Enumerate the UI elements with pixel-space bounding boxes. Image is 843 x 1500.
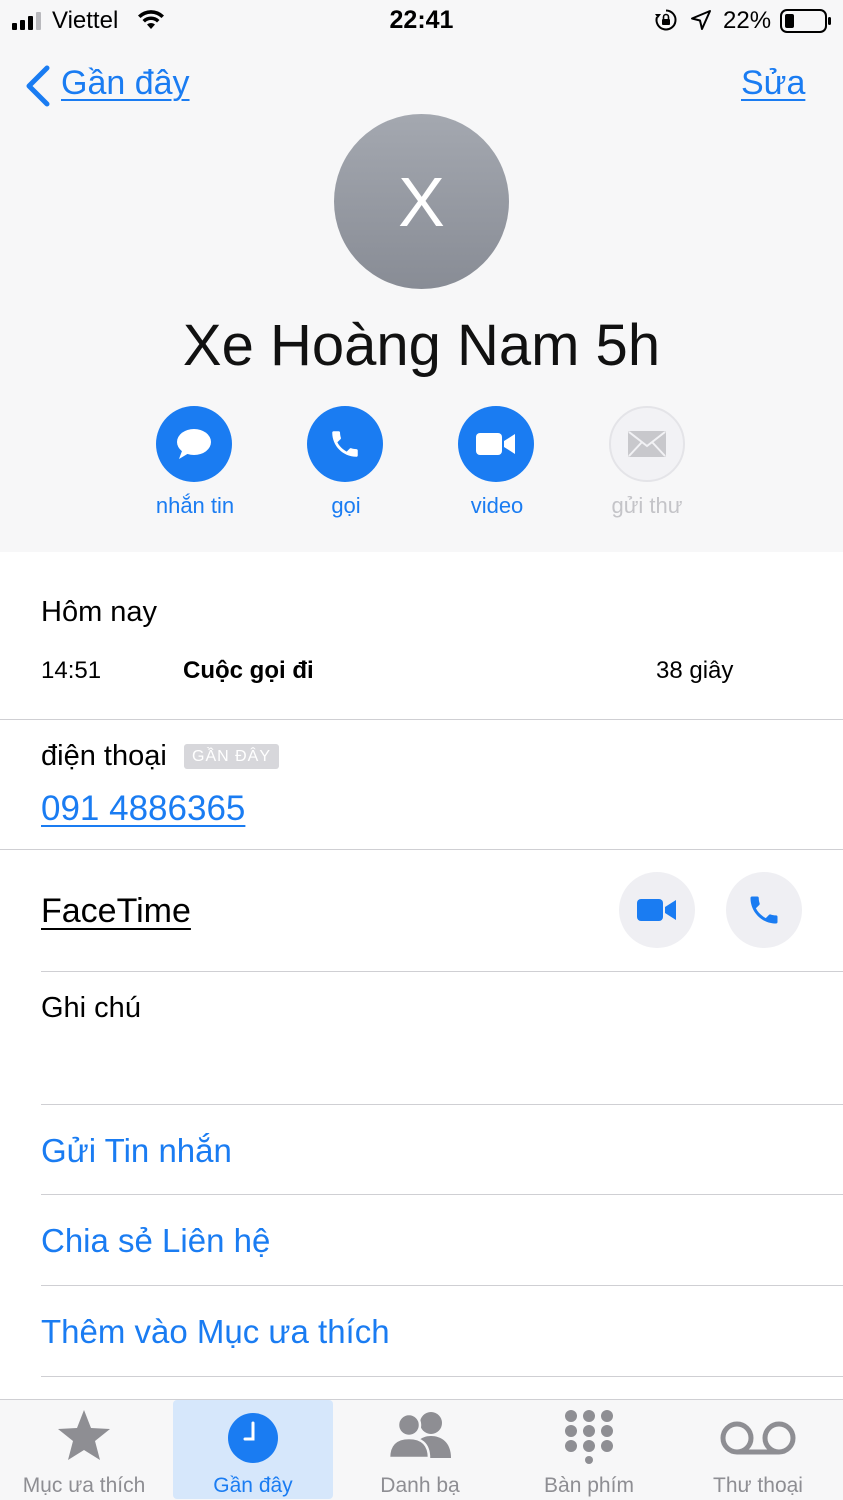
notes-field[interactable]: Ghi chú <box>41 992 141 1025</box>
recent-call-duration: 38 giây <box>656 657 734 684</box>
divider <box>41 1104 843 1105</box>
facetime-audio-button[interactable] <box>726 872 802 948</box>
back-button[interactable]: Gần đây <box>61 64 190 103</box>
tab-label: Gần đây <box>213 1474 293 1497</box>
back-chevron-icon[interactable] <box>24 65 52 112</box>
avatar: X <box>334 114 509 289</box>
recent-call-type: Cuộc gọi đi <box>183 657 314 684</box>
divider <box>41 1285 843 1286</box>
video-icon <box>476 433 515 455</box>
avatar-initial: X <box>398 162 445 241</box>
add-favorite-link[interactable]: Thêm vào Mục ưa thích <box>41 1313 390 1351</box>
edit-button[interactable]: Sửa <box>741 64 805 103</box>
message-icon <box>177 429 211 459</box>
voicemail-icon <box>719 1418 797 1463</box>
star-icon <box>55 1408 113 1469</box>
send-message-link[interactable]: Gửi Tin nhắn <box>41 1132 232 1170</box>
tab-label: Bàn phím <box>544 1474 634 1497</box>
call-label: gọi <box>331 493 361 518</box>
keypad-icon <box>562 1408 616 1469</box>
location-icon <box>690 9 712 36</box>
share-contact-link[interactable]: Chia sẻ Liên hệ <box>41 1222 270 1260</box>
recent-call-time: 14:51 <box>41 657 102 684</box>
video-button[interactable] <box>458 406 534 482</box>
mail-button[interactable] <box>609 406 685 482</box>
call-button[interactable] <box>307 406 383 482</box>
divider <box>41 1194 843 1195</box>
message-label: nhắn tin <box>155 493 235 518</box>
facetime-label[interactable]: FaceTime <box>41 892 191 931</box>
tab-favorites[interactable]: Mục ưa thích <box>4 1400 164 1499</box>
battery-percentage: 22% <box>723 7 772 34</box>
tab-recents[interactable]: Gần đây <box>173 1400 333 1499</box>
mail-label: gửi thư <box>611 493 683 518</box>
phone-field-label: điện thoại <box>41 740 167 772</box>
orientation-lock-icon <box>654 8 678 37</box>
phone-number-link[interactable]: 091 4886365 <box>41 789 245 829</box>
message-button[interactable] <box>156 406 232 482</box>
recent-section-title: Hôm nay <box>41 596 158 628</box>
phone-icon <box>750 896 778 924</box>
tab-contacts[interactable]: Danh bạ <box>340 1400 500 1499</box>
video-icon <box>637 899 676 921</box>
clock-icon <box>227 1412 279 1469</box>
divider <box>0 849 843 850</box>
status-time: 22:41 <box>389 6 454 34</box>
tab-voicemail[interactable]: Thư thoại <box>678 1400 838 1499</box>
tab-label: Mục ưa thích <box>22 1474 146 1497</box>
video-label: video <box>470 493 524 518</box>
contact-name: Xe Hoàng Nam 5h <box>182 313 661 378</box>
tab-label: Danh bạ <box>380 1474 460 1497</box>
divider <box>41 1376 843 1377</box>
recent-badge: GẦN ĐÂY <box>184 744 280 769</box>
divider <box>0 719 843 720</box>
phone-icon <box>332 431 358 457</box>
divider <box>41 971 843 972</box>
battery-icon <box>780 9 832 38</box>
tab-keypad[interactable]: Bàn phím <box>509 1400 669 1499</box>
contacts-icon <box>385 1408 455 1465</box>
facetime-video-button[interactable] <box>619 872 695 948</box>
tab-label: Thư thoại <box>713 1474 803 1497</box>
mail-icon <box>628 431 666 457</box>
